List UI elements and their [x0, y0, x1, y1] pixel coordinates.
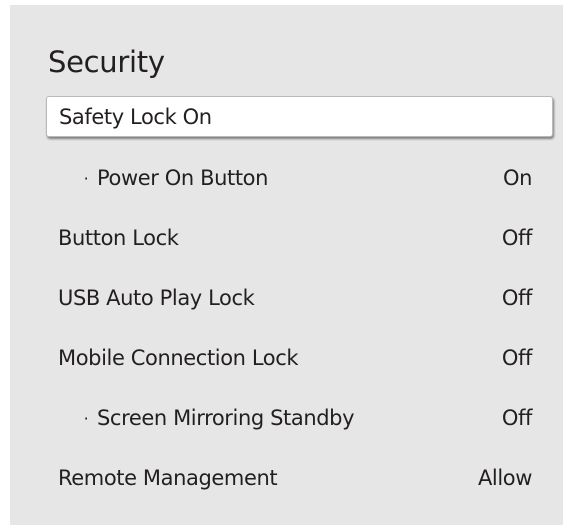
menu-item-screen-mirroring-standby[interactable]: · Screen Mirroring Standby Off — [58, 396, 542, 440]
menu-item-remote-management[interactable]: Remote Management Allow — [58, 456, 542, 500]
sub-item-bullet-icon: · — [83, 408, 89, 428]
menu-item-value: Off — [501, 346, 533, 370]
menu-item-safety-lock-on[interactable]: Safety Lock On — [46, 96, 553, 137]
menu-item-value: Off — [501, 286, 533, 310]
menu-item-value: Allow — [477, 466, 532, 490]
menu-item-label: Button Lock — [58, 226, 179, 250]
menu-item-label: USB Auto Play Lock — [58, 286, 255, 310]
menu-item-value: Off — [501, 406, 533, 430]
menu-item-value: On — [502, 166, 532, 190]
menu-item-value: Off — [501, 226, 533, 250]
menu-item-button-lock[interactable]: Button Lock Off — [58, 216, 542, 260]
menu-item-power-on-button[interactable]: · Power On Button On — [58, 156, 542, 200]
menu-item-label: Screen Mirroring Standby — [97, 406, 355, 430]
menu-item-label: Safety Lock On — [59, 104, 212, 129]
security-menu-panel: Security Safety Lock On · Power On Butto… — [10, 5, 563, 525]
sub-item-bullet-icon: · — [83, 168, 89, 188]
menu-item-usb-auto-play-lock[interactable]: USB Auto Play Lock Off — [58, 276, 542, 320]
menu-item-label: Mobile Connection Lock — [58, 346, 299, 370]
menu-item-label: Remote Management — [58, 466, 278, 490]
menu-list: Safety Lock On · Power On Button On Butt… — [10, 5, 563, 525]
menu-item-label: Power On Button — [97, 166, 269, 190]
menu-item-mobile-connection-lock[interactable]: Mobile Connection Lock Off — [58, 336, 542, 380]
